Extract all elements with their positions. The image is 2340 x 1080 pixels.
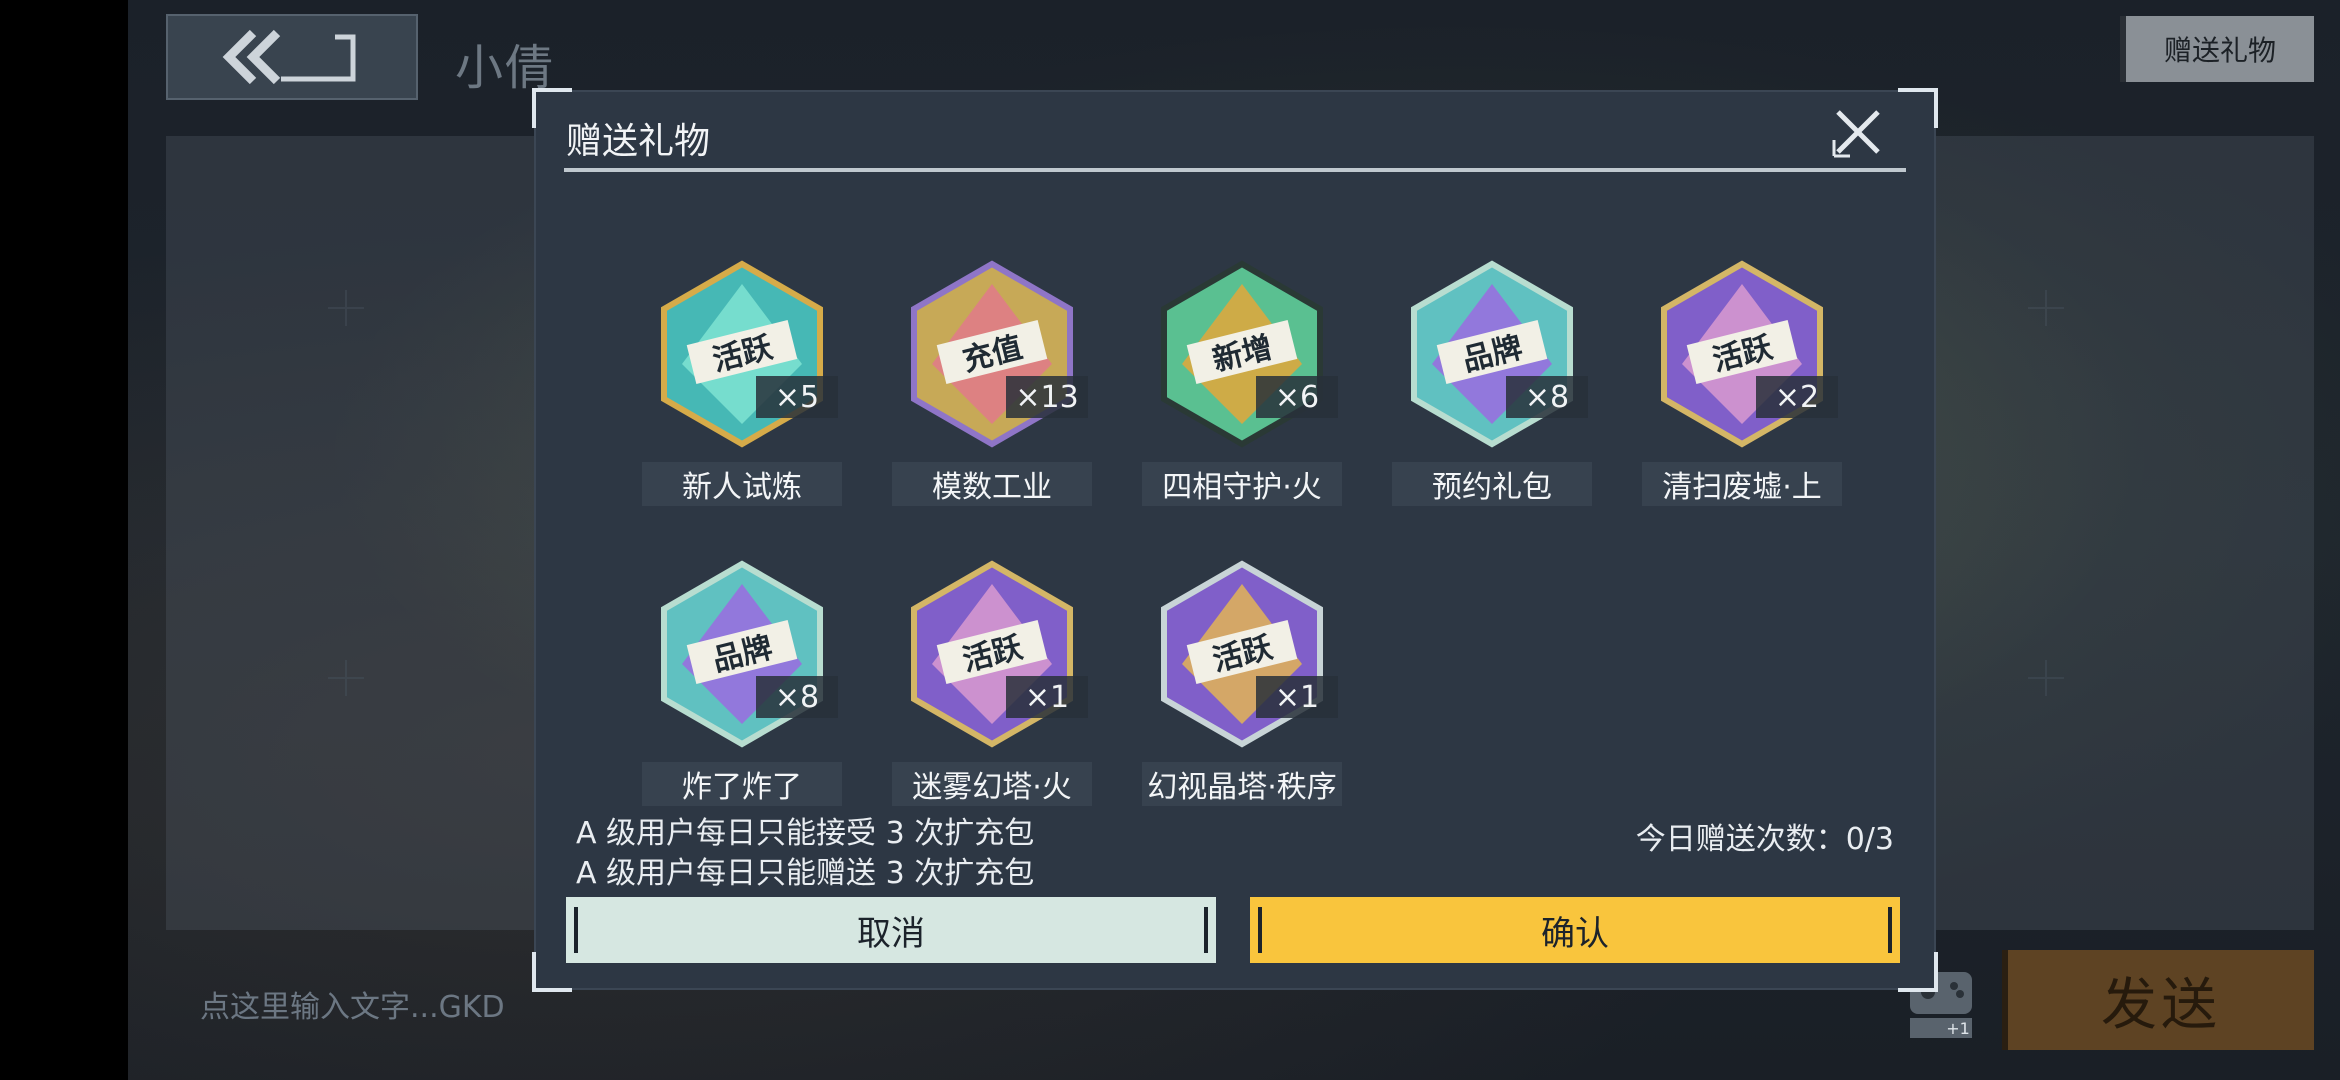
daily-gift-count: 今日赠送次数：0/3 [1635, 822, 1894, 857]
dialog-title: 赠送礼物 [566, 121, 711, 162]
gift-item[interactable]: 活跃 ×1 迷雾幻塔·火 [892, 554, 1092, 806]
gift-item[interactable]: 新增 ×6 四相守护·火 [1142, 254, 1342, 506]
gamepad-badge: +1 [1946, 1019, 1970, 1038]
button-edge [1204, 907, 1208, 953]
recharge-crystal-icon: 充值 [911, 260, 1073, 448]
gift-name: 新人试炼 [642, 462, 842, 506]
gift-name: 预约礼包 [1392, 462, 1592, 506]
gift-item[interactable]: 活跃 ×2 清扫废墟·上 [1642, 254, 1842, 506]
gift-count: ×6 [1256, 376, 1338, 418]
active-crystal-icon: 活跃 [911, 560, 1073, 748]
gift-name: 四相守护·火 [1142, 462, 1342, 506]
cancel-label: 取消 [857, 913, 925, 954]
gift-name: 清扫废墟·上 [1642, 462, 1842, 506]
gift-dialog: 赠送礼物 A 级用户每日只能接受 3 次扩充包 A 级用户每日只能赠送 3 次扩… [532, 88, 1938, 992]
cancel-button[interactable]: 取消 [566, 897, 1216, 963]
frame-corner [1898, 88, 1938, 128]
active-crystal-gold-icon: 活跃 [1161, 560, 1323, 748]
send-message-button[interactable]: 发送 [2002, 950, 2314, 1050]
gift-count: ×2 [1756, 376, 1838, 418]
active-badge-icon: 活跃 [661, 260, 823, 448]
confirm-label: 确认 [1541, 913, 1609, 954]
new-crystal-icon: 新增 [1161, 260, 1323, 448]
send-gift-button[interactable]: 赠送礼物 [2120, 16, 2314, 82]
gift-count: ×5 [756, 376, 838, 418]
gift-item[interactable]: 活跃 ×5 新人试炼 [642, 254, 842, 506]
brand-pyramid-icon: 品牌 [1411, 260, 1573, 448]
gift-item[interactable]: 活跃 ×1 幻视晶塔·秩序 [1142, 554, 1342, 806]
frame-corner [1898, 952, 1938, 992]
message-input[interactable]: 点这里输入文字...GKD [200, 982, 505, 1026]
back-button[interactable] [166, 14, 418, 100]
button-edge [574, 907, 578, 953]
gift-item[interactable]: 品牌 ×8 炸了炸了 [642, 554, 842, 806]
gift-item[interactable]: 品牌 ×8 预约礼包 [1392, 254, 1592, 506]
title-divider [564, 168, 1906, 172]
gift-item[interactable]: 充值 ×13 模数工业 [892, 254, 1092, 506]
gift-name: 幻视晶塔·秩序 [1142, 762, 1342, 806]
close-icon[interactable] [1832, 106, 1884, 158]
confirm-button[interactable]: 确认 [1250, 897, 1900, 963]
gift-count: ×13 [1006, 376, 1088, 418]
gift-count: ×1 [1256, 676, 1338, 718]
active-crystal-icon: 活跃 [1661, 260, 1823, 448]
notice-send-limit: A 级用户每日只能赠送 3 次扩充包 [576, 856, 1035, 891]
gift-count: ×1 [1006, 676, 1088, 718]
gift-name: 炸了炸了 [642, 762, 842, 806]
button-edge [1888, 907, 1892, 953]
brand-pyramid-icon: 品牌 [661, 560, 823, 748]
notice-receive-limit: A 级用户每日只能接受 3 次扩充包 [576, 816, 1035, 851]
gift-count: ×8 [1506, 376, 1588, 418]
double-chevron-back-icon [222, 29, 356, 85]
gift-name: 模数工业 [892, 462, 1092, 506]
gift-name: 迷雾幻塔·火 [892, 762, 1092, 806]
gift-count: ×8 [756, 676, 838, 718]
button-edge [1258, 907, 1262, 953]
